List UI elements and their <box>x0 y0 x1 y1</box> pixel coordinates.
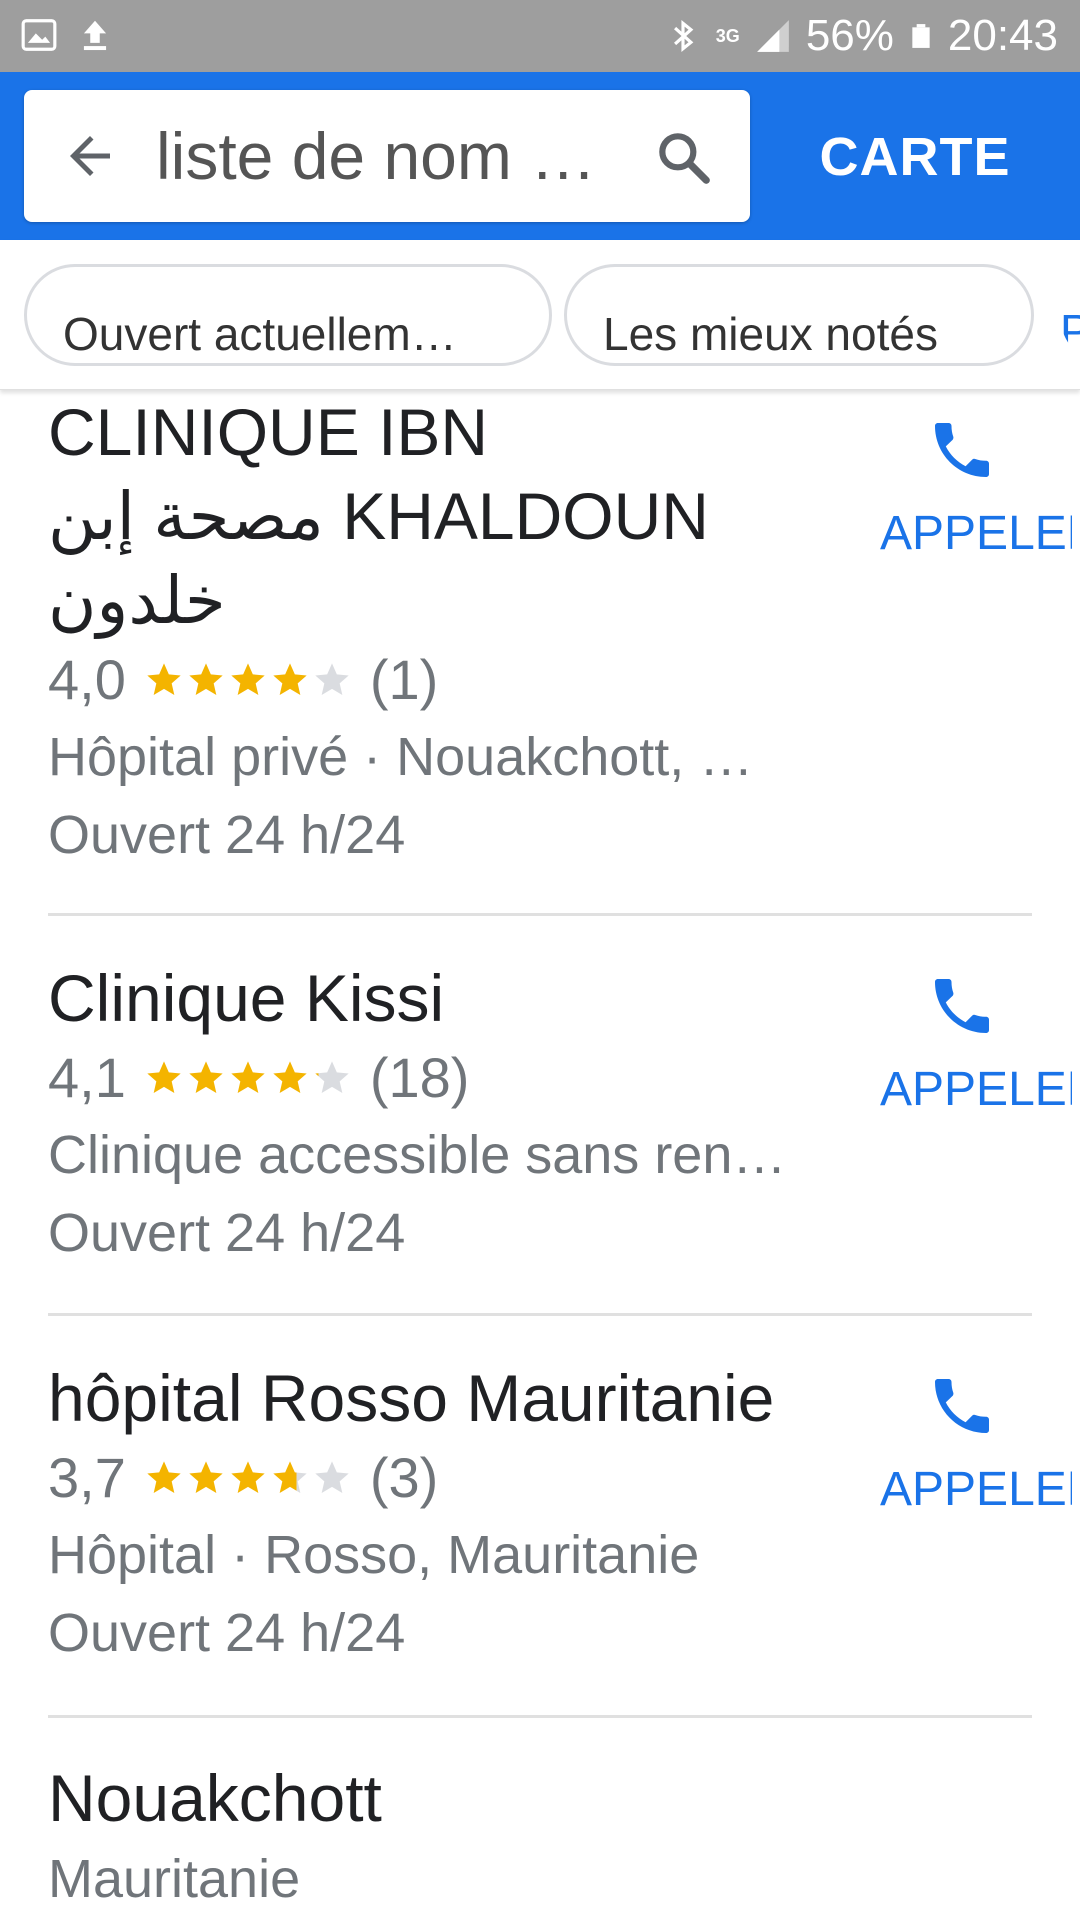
star-half-icon <box>273 1461 307 1493</box>
place-title: CLINIQUE IBN مصحة إبن KHALDOUN خلدون <box>48 390 908 642</box>
chip-top-rated[interactable]: Les mieux notés <box>564 264 1034 366</box>
rating-row: 4,0 (1) <box>48 642 1032 718</box>
rating-value: 4,0 <box>48 648 126 711</box>
call-label[interactable]: APPELER <box>880 1062 1072 1117</box>
network-type: 3G <box>715 26 740 46</box>
call-button[interactable]: APPELER <box>880 970 1080 1117</box>
image-icon <box>21 19 57 51</box>
call-button[interactable]: APPELER <box>880 1370 1080 1517</box>
upload-icon <box>83 20 107 51</box>
call-label[interactable]: APPELER <box>880 1462 1072 1517</box>
call-button[interactable]: APPELER <box>880 414 1080 561</box>
search-box[interactable]: liste de nom … <box>24 90 750 222</box>
search-input[interactable]: liste de nom … <box>156 118 636 194</box>
battery-icon <box>912 24 930 48</box>
place-hours: Ouvert 24 h/24 <box>48 1603 406 1663</box>
star-filled-icon <box>189 1061 223 1093</box>
star-empty-icon <box>315 663 349 695</box>
star-filled-icon <box>189 663 223 695</box>
star-rating <box>144 660 352 700</box>
map-button[interactable]: CARTE <box>780 102 1050 212</box>
top-app-bar: liste de nom … CARTE <box>0 72 1080 240</box>
place-hours: Ouvert 24 h/24 <box>48 1203 406 1263</box>
chip-more[interactable]: P <box>1060 264 1080 366</box>
star-filled-icon <box>147 663 181 695</box>
bluetooth-icon <box>673 20 694 52</box>
rating-value: 4,1 <box>48 1046 126 1109</box>
place-category: Hôpital · Rosso, Mauritanie <box>48 1525 700 1585</box>
review-count: (1) <box>369 648 439 711</box>
status-bar: 3G 56% 20:43 <box>0 0 1080 72</box>
star-filled-icon <box>231 1461 265 1493</box>
star-half-icon <box>315 1061 349 1093</box>
clock: 20:43 <box>947 11 1058 60</box>
star-filled-icon <box>147 1061 181 1093</box>
star-empty-icon <box>315 1461 349 1493</box>
place-hours: Ouvert 24 h/24 <box>48 805 406 865</box>
review-count: (18) <box>369 1046 470 1109</box>
star-rating <box>144 1058 352 1098</box>
call-label[interactable]: APPELER <box>880 506 1072 561</box>
star-filled-icon <box>147 1461 181 1493</box>
place-title-line: CLINIQUE IBN <box>48 395 489 469</box>
list-item[interactable]: Clinique Kissi 4,1 (18) Clinique accessi… <box>48 916 1072 1316</box>
star-rating <box>144 1458 352 1498</box>
place-subtitle: Mauritanie <box>48 1849 301 1909</box>
filter-chips: Ouvert actuellem… Les mieux notés P <box>0 240 1080 390</box>
place-category: Hôpital privé · Nouakchott, … <box>48 727 754 787</box>
phone-icon[interactable] <box>926 414 998 486</box>
star-filled-icon <box>273 1061 307 1093</box>
search-icon[interactable] <box>652 126 714 188</box>
place-category: Clinique accessible sans ren… <box>48 1125 787 1185</box>
list-item[interactable]: CLINIQUE IBN مصحة إبن KHALDOUN خلدون 4,0… <box>48 390 1072 916</box>
review-count: (3) <box>369 1446 439 1509</box>
star-filled-icon <box>231 663 265 695</box>
battery-percent: 56% <box>805 11 894 60</box>
list-item[interactable]: Nouakchott Mauritanie <box>48 1718 1032 1918</box>
status-left-icons <box>20 16 114 54</box>
place-title: Nouakchott <box>48 1761 382 1835</box>
phone-icon[interactable] <box>926 970 998 1042</box>
rating-value: 3,7 <box>48 1446 126 1509</box>
arrow-back-icon[interactable] <box>60 126 120 186</box>
phone-icon[interactable] <box>926 1370 998 1442</box>
status-right: 3G 56% 20:43 <box>664 10 1058 62</box>
list-item[interactable]: hôpital Rosso Mauritanie 3,7 (3) Hôpital… <box>48 1316 1072 1718</box>
results-list: CLINIQUE IBN مصحة إبن KHALDOUN خلدون 4,0… <box>0 390 1080 1920</box>
signal-icon <box>756 20 789 52</box>
place-title: Clinique Kissi <box>48 961 445 1035</box>
place-title-line: خلدون <box>48 563 226 637</box>
star-filled-icon <box>231 1061 265 1093</box>
place-title: hôpital Rosso Mauritanie <box>48 1361 775 1435</box>
place-title-line: مصحة إبن KHALDOUN <box>48 479 709 553</box>
chip-open-now[interactable]: Ouvert actuellem… <box>24 264 552 366</box>
star-filled-icon <box>273 663 307 695</box>
star-filled-icon <box>189 1461 223 1493</box>
